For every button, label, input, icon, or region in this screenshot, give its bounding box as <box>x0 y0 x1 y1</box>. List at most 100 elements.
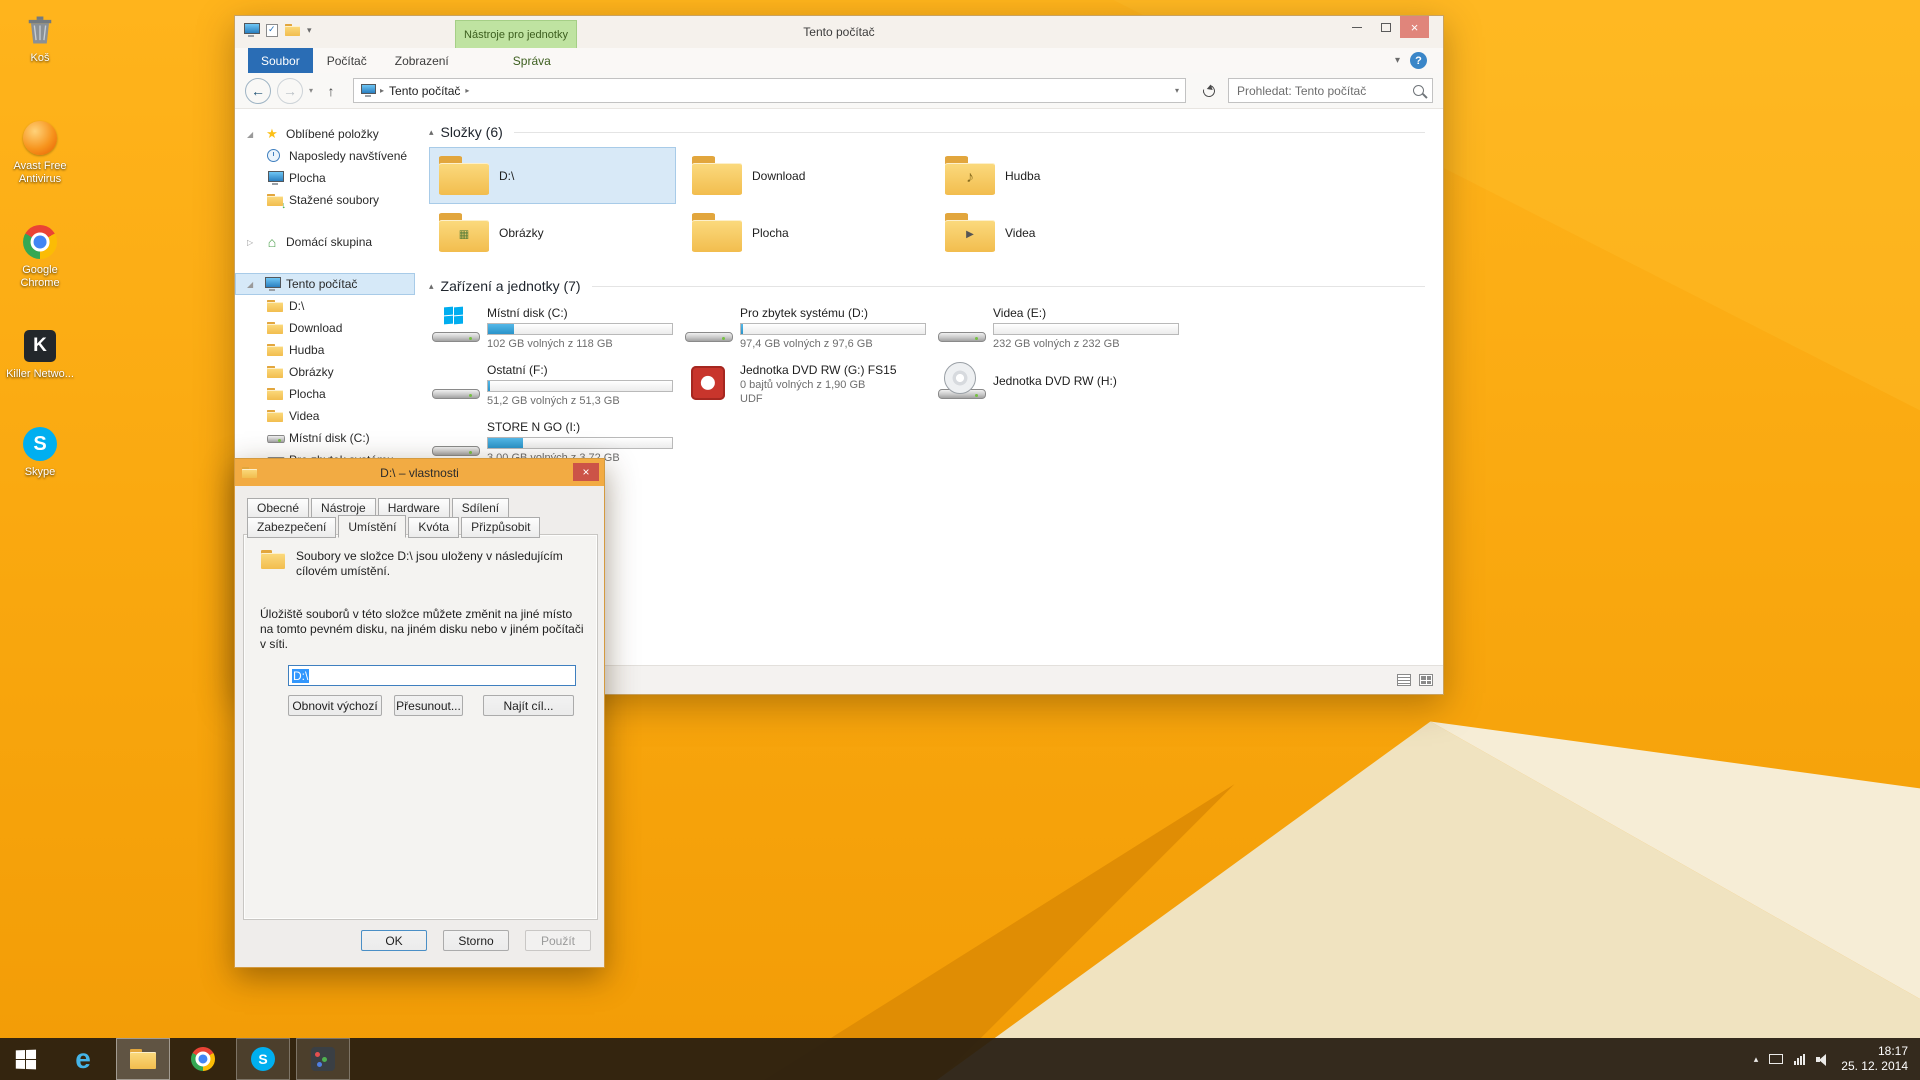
minimize-button[interactable] <box>1342 16 1371 38</box>
up-button[interactable]: ↑ <box>319 83 343 99</box>
tab-view[interactable]: Zobrazení <box>381 48 463 73</box>
group-collapse-icon[interactable]: ▴ <box>429 281 434 292</box>
tab-customize[interactable]: Přizpůsobit <box>461 517 540 538</box>
hidden-icons-chevron-icon[interactable]: ▴ <box>1754 1054 1759 1065</box>
back-button[interactable]: ← <box>245 78 271 104</box>
dialog-titlebar[interactable]: D:\ – vlastnosti × <box>235 459 604 486</box>
nav-recent-places[interactable]: Naposledy navštívené <box>235 145 415 167</box>
capacity-bar <box>740 323 926 335</box>
group-header-folders[interactable]: ▴ Složky (6) <box>429 121 1443 143</box>
search-placeholder: Prohledat: Tento počítač <box>1237 84 1366 98</box>
explorer-titlebar[interactable]: ▾ Nástroje pro jednotky Tento počítač × <box>235 16 1443 48</box>
drive-tile-f[interactable]: Ostatní (F:) 51,2 GB volných z 51,3 GB <box>429 358 676 415</box>
nav-music[interactable]: Hudba <box>235 339 415 361</box>
desktop-icon-avast[interactable]: Avast Free Antivirus <box>4 118 76 186</box>
start-button[interactable] <box>0 1038 50 1080</box>
pc-status-icon[interactable] <box>1769 1054 1783 1064</box>
address-dropdown-chevron-icon[interactable]: ▾ <box>1175 86 1179 95</box>
group-header-devices[interactable]: ▴ Zařízení a jednotky (7) <box>429 275 1443 297</box>
search-input[interactable]: Prohledat: Tento počítač <box>1228 78 1433 103</box>
taskbar-chrome-button[interactable] <box>176 1038 230 1080</box>
breadcrumb-chevron-icon[interactable]: ▸ <box>380 86 384 95</box>
collapse-icon[interactable]: ◢ <box>247 130 258 139</box>
large-icons-view-button[interactable] <box>1419 674 1433 686</box>
target-path-input[interactable]: D:\ <box>288 665 576 686</box>
find-target-button[interactable]: Najít cíl... <box>483 695 574 716</box>
qat-customize-chevron-icon[interactable]: ▾ <box>307 25 312 36</box>
drive-tile-c[interactable]: Místní disk (C:) 102 GB volných z 118 GB <box>429 301 676 358</box>
breadcrumb-chevron-icon[interactable]: ▸ <box>465 86 469 95</box>
folder-tile-d[interactable]: D:\ <box>429 147 676 204</box>
taskbar: e S ▴ 18:17 25. 12. 2014 <box>0 1038 1920 1080</box>
folder-icon <box>267 343 283 357</box>
nav-downloads[interactable]: ↓ Stažené soubory <box>235 189 415 211</box>
close-button[interactable]: × <box>1400 16 1429 38</box>
pictures-folder-icon: ▦ <box>437 212 491 254</box>
desktop-icon-killer[interactable]: K Killer Netwo... <box>4 326 76 381</box>
drive-tile-h[interactable]: Jednotka DVD RW (H:) <box>935 358 1182 415</box>
nav-desktop[interactable]: Plocha <box>235 167 415 189</box>
desktop-icon-chrome[interactable]: Google Chrome <box>4 222 76 290</box>
nav-pictures[interactable]: Obrázky <box>235 361 415 383</box>
folder-tile-music[interactable]: ♪ Hudba <box>935 147 1182 204</box>
desktop-icon-skype[interactable]: S Skype <box>4 424 76 479</box>
tab-manage[interactable]: Správa <box>499 48 565 73</box>
volume-icon[interactable] <box>1816 1053 1830 1066</box>
tab-quota[interactable]: Kvóta <box>408 517 459 538</box>
nav-homegroup[interactable]: ▷ ⌂ Domácí skupina <box>235 231 415 253</box>
taskbar-skype-button[interactable]: S <box>236 1038 290 1080</box>
nav-desktop-pc[interactable]: Plocha <box>235 383 415 405</box>
tab-general[interactable]: Obecné <box>247 498 309 517</box>
dialog-close-button[interactable]: × <box>573 463 599 481</box>
folder-tile-desktop[interactable]: Plocha <box>682 204 929 261</box>
folder-tile-videos[interactable]: ▶ Videa <box>935 204 1182 261</box>
address-bar[interactable]: ▸ Tento počítač ▸ ▾ <box>353 78 1186 103</box>
group-collapse-icon[interactable]: ▴ <box>429 127 434 138</box>
ok-button[interactable]: OK <box>361 930 427 951</box>
forward-button[interactable]: → <box>277 78 303 104</box>
tab-sharing[interactable]: Sdílení <box>452 498 509 517</box>
move-button[interactable]: Přesunout... <box>394 695 463 716</box>
folder-tile-download[interactable]: Download <box>682 147 929 204</box>
desktop-icon-recycle-bin[interactable]: Koš <box>4 10 76 65</box>
taskbar-explorer-button[interactable] <box>116 1038 170 1080</box>
drive-tile-e[interactable]: Videa (E:) 232 GB volných z 232 GB <box>935 301 1182 358</box>
drive-tile-g[interactable]: Jednotka DVD RW (G:) FS15 0 bajtů volnýc… <box>682 358 929 415</box>
taskbar-clock[interactable]: 18:17 25. 12. 2014 <box>1841 1044 1908 1074</box>
maximize-button[interactable] <box>1371 16 1400 38</box>
drive-tile-d[interactable]: Pro zbytek systému (D:) 97,4 GB volných … <box>682 301 929 358</box>
collapse-icon[interactable]: ◢ <box>247 280 258 289</box>
taskbar-ie-button[interactable]: e <box>56 1038 110 1080</box>
tab-file[interactable]: Soubor <box>248 48 313 73</box>
nav-d-drive-folder[interactable]: D:\ <box>235 295 415 317</box>
desktop-icon-label: Killer Netwo... <box>4 368 76 381</box>
breadcrumb[interactable]: Tento počítač <box>389 84 460 98</box>
help-icon[interactable]: ? <box>1410 52 1427 69</box>
restore-default-button[interactable]: Obnovit výchozí <box>288 695 382 716</box>
tab-computer[interactable]: Počítač <box>313 48 381 73</box>
recent-locations-chevron-icon[interactable]: ▾ <box>309 86 313 95</box>
apply-button[interactable]: Použít <box>525 930 591 951</box>
nav-download[interactable]: Download <box>235 317 415 339</box>
ribbon-collapse-chevron-icon[interactable]: ▾ <box>1395 55 1400 66</box>
qat-properties-icon[interactable] <box>266 24 278 37</box>
nav-videos[interactable]: Videa <box>235 405 415 427</box>
desktop-icon <box>267 171 283 185</box>
system-menu-icon[interactable] <box>243 23 259 37</box>
nav-local-disk-c[interactable]: Místní disk (C:) <box>235 427 415 449</box>
tab-security[interactable]: Zabezpečení <box>247 517 336 538</box>
nav-this-pc[interactable]: ◢ Tento počítač <box>235 273 415 295</box>
qat-new-folder-icon[interactable] <box>285 24 300 36</box>
network-icon[interactable] <box>1794 1054 1805 1065</box>
search-icon[interactable] <box>1413 85 1424 96</box>
drive-tools-context-tab[interactable]: Nástroje pro jednotky <box>455 20 577 48</box>
details-view-button[interactable] <box>1397 674 1411 686</box>
refresh-button[interactable] <box>1196 85 1222 97</box>
downloads-folder-icon: ↓ <box>267 193 283 207</box>
nav-favorites[interactable]: ◢ ★ Oblíbené položky <box>235 123 415 145</box>
taskbar-app-button[interactable] <box>296 1038 350 1080</box>
expand-icon[interactable]: ▷ <box>247 238 258 247</box>
tab-location[interactable]: Umístění <box>338 515 406 538</box>
folder-tile-pictures[interactable]: ▦ Obrázky <box>429 204 676 261</box>
cancel-button[interactable]: Storno <box>443 930 509 951</box>
